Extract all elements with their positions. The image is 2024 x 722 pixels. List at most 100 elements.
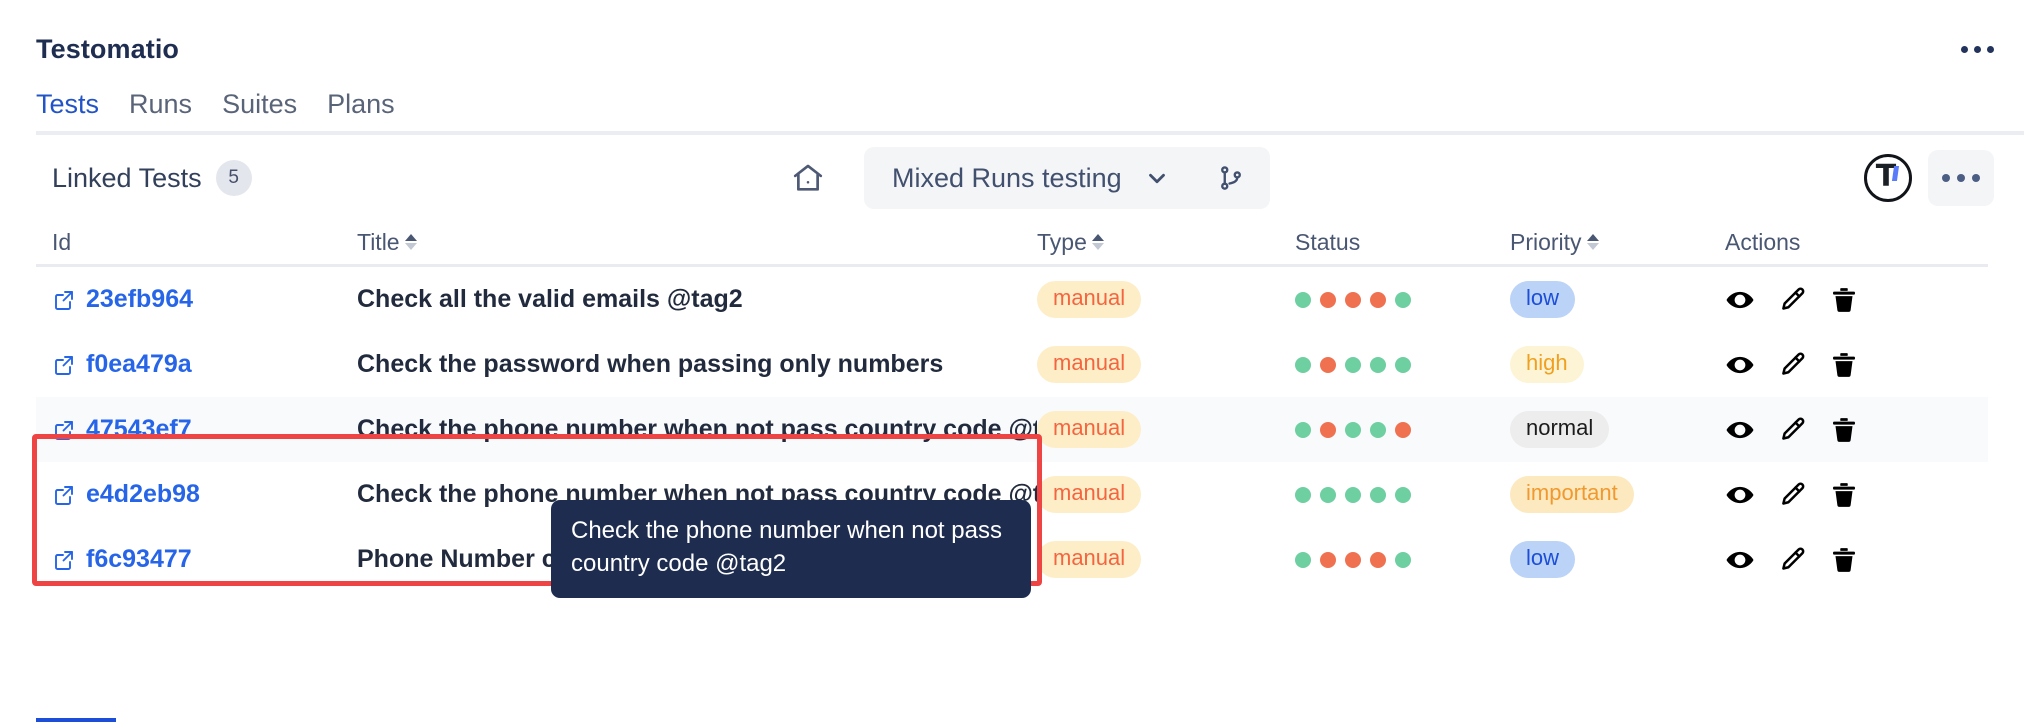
cell-type: manual — [1037, 541, 1295, 578]
eye-button[interactable] — [1725, 480, 1755, 510]
status-dot-pass — [1395, 291, 1411, 308]
eye-button[interactable] — [1725, 285, 1755, 315]
table-row[interactable]: 47543ef7 Check the phone number when not … — [36, 397, 1988, 462]
priority-badge: high — [1510, 346, 1584, 383]
table-row[interactable]: 23efb964 Check all the valid emails @tag2… — [36, 267, 1988, 332]
sort-icon[interactable] — [404, 233, 417, 250]
cell-id: 23efb964 — [52, 285, 357, 314]
external-link-icon — [55, 290, 73, 310]
tab-label: Runs — [129, 89, 193, 119]
cell-actions — [1725, 350, 1925, 380]
test-id-link[interactable]: f0ea479a — [52, 350, 192, 379]
eye-button[interactable] — [1725, 545, 1755, 575]
trash-button[interactable] — [1829, 545, 1859, 575]
branch-button[interactable] — [1191, 147, 1270, 209]
run-selector[interactable]: Mixed Runs testing — [864, 147, 1192, 209]
cell-actions — [1725, 285, 1925, 315]
test-id-link[interactable]: e4d2eb98 — [52, 480, 200, 509]
status-dot-fail — [1395, 421, 1411, 438]
cell-priority: low — [1510, 281, 1725, 318]
status-dots — [1295, 291, 1411, 308]
pencil-icon — [1782, 416, 1805, 440]
status-dot-pass — [1395, 551, 1411, 568]
tab-runs[interactable]: Runs — [129, 91, 192, 131]
tab-label: Plans — [327, 89, 395, 119]
row-actions — [1725, 350, 1859, 380]
cell-type: manual — [1037, 411, 1295, 448]
column-header-label: Status — [1295, 229, 1361, 255]
trash-button[interactable] — [1829, 350, 1859, 380]
external-link-icon — [55, 485, 73, 505]
column-header-label: Id — [52, 229, 72, 255]
cell-id: e4d2eb98 — [52, 480, 357, 509]
eye-button[interactable] — [1725, 350, 1755, 380]
tab-suites[interactable]: Suites — [222, 91, 297, 131]
external-link-icon — [55, 355, 73, 375]
cell-title: Check all the valid emails @tag2 — [357, 285, 1037, 314]
pencil-button[interactable] — [1777, 415, 1807, 445]
eye-icon — [1726, 551, 1754, 568]
type-badge: manual — [1037, 476, 1142, 513]
status-dot-pass — [1320, 486, 1336, 503]
test-id-label: e4d2eb98 — [86, 480, 200, 508]
ellipsis-icon-dot — [1960, 45, 1968, 53]
pencil-button[interactable] — [1777, 350, 1807, 380]
sort-icon[interactable] — [1091, 233, 1104, 250]
linked-tests-label: Linked Tests — [52, 162, 202, 193]
column-header-type[interactable]: Type — [1037, 229, 1295, 256]
column-header-label: Title — [357, 229, 400, 255]
column-header-priority[interactable]: Priority — [1510, 229, 1725, 256]
cell-status — [1295, 356, 1510, 373]
chevron-down-icon — [1148, 173, 1165, 184]
tab-tests[interactable]: Tests — [36, 91, 99, 131]
status-dot-pass — [1395, 486, 1411, 503]
pencil-icon — [1782, 351, 1805, 375]
type-badge: manual — [1037, 346, 1142, 383]
status-dot-pass — [1295, 486, 1311, 503]
eye-button[interactable] — [1725, 415, 1755, 445]
cell-id: 47543ef7 — [52, 415, 357, 444]
status-dots — [1295, 486, 1411, 503]
test-id-label: f0ea479a — [86, 350, 192, 378]
tab-plans[interactable]: Plans — [327, 91, 395, 131]
page-title: Testomatio — [36, 34, 180, 64]
cell-type: manual — [1037, 281, 1295, 318]
test-title[interactable]: Check the password when passing only num… — [357, 350, 943, 379]
trash-button[interactable] — [1829, 415, 1859, 445]
cell-priority: normal — [1510, 411, 1725, 448]
test-title[interactable]: Check the phone number when not pass cou… — [357, 415, 1037, 444]
header-more-button[interactable] — [1954, 32, 2000, 66]
tab-label: Tests — [36, 89, 100, 119]
test-id-link[interactable]: 47543ef7 — [52, 415, 192, 444]
logo-accent — [1891, 166, 1900, 181]
cell-priority: low — [1510, 541, 1725, 578]
test-id-label: 23efb964 — [86, 285, 194, 313]
status-dot-pass — [1345, 356, 1361, 373]
trash-icon — [1833, 482, 1855, 507]
test-title[interactable]: Check all the valid emails @tag2 — [357, 285, 743, 314]
column-header-title[interactable]: Title — [357, 229, 1037, 256]
toolbar-more-button[interactable] — [1928, 150, 1994, 206]
home-button[interactable] — [780, 152, 836, 204]
status-dot-pass — [1295, 551, 1311, 568]
eye-icon — [1726, 291, 1754, 308]
test-id-label: f6c93477 — [86, 545, 192, 573]
priority-badge: important — [1510, 476, 1634, 513]
trash-icon — [1833, 417, 1855, 442]
sort-icon[interactable] — [1586, 233, 1599, 250]
pencil-button[interactable] — [1777, 545, 1807, 575]
table-row[interactable]: f0ea479a Check the password when passing … — [36, 332, 1988, 397]
external-link-icon — [55, 550, 73, 570]
cell-title: Check the password when passing only num… — [357, 350, 1037, 379]
trash-button[interactable] — [1829, 480, 1859, 510]
trash-button[interactable] — [1829, 285, 1859, 315]
trash-icon — [1833, 287, 1855, 312]
status-dot-pass — [1345, 421, 1361, 438]
test-id-link[interactable]: 23efb964 — [52, 285, 193, 314]
tab-active-indicator — [36, 718, 116, 722]
test-id-label: 47543ef7 — [86, 415, 192, 443]
ellipsis-icon-dot — [1973, 45, 1981, 53]
pencil-button[interactable] — [1777, 480, 1807, 510]
test-id-link[interactable]: f6c93477 — [52, 545, 192, 574]
pencil-button[interactable] — [1777, 285, 1807, 315]
